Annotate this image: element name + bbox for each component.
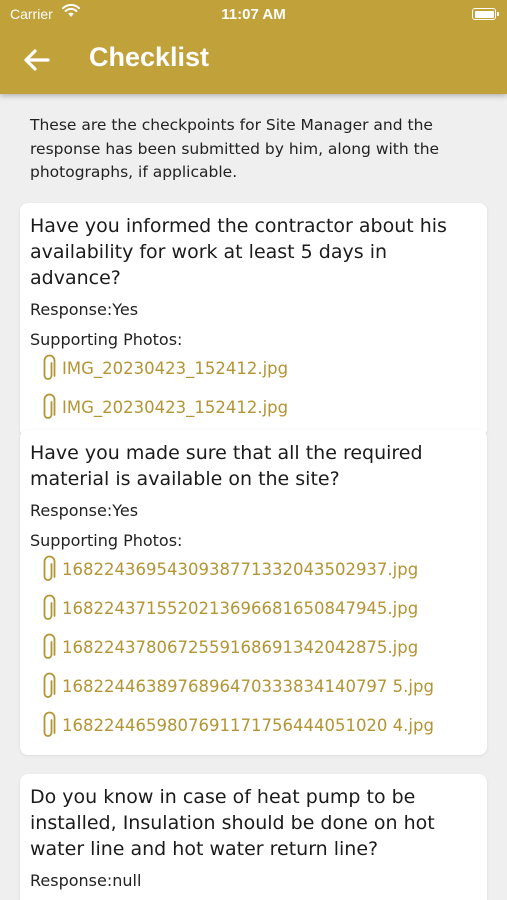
back-arrow-icon <box>24 49 50 71</box>
checklist-content[interactable]: These are the checkpoints for Site Manag… <box>0 94 507 900</box>
photo-attachment-link[interactable]: 1682244638976896470333834140797 5.jpg <box>30 667 477 706</box>
status-bar: Carrier 11:07 AM <box>0 0 507 30</box>
supporting-photos-label: Supporting Photos: <box>30 531 183 550</box>
paperclip-icon <box>43 354 56 380</box>
paperclip-icon <box>43 633 56 659</box>
battery-icon <box>472 8 499 20</box>
response-text: Response:Yes <box>30 300 139 319</box>
photo-filename: 1682243780672559168691342042875.jpg <box>62 638 419 657</box>
checklist-card: Do you know in case of heat pump to be i… <box>20 774 487 900</box>
photo-filename: 1682243715520213696681650847945.jpg <box>62 599 419 618</box>
photo-filename: IMG_20230423_152412.jpg <box>62 398 289 417</box>
photo-attachment-link[interactable]: IMG_20230423_152412.jpg <box>30 388 477 427</box>
paperclip-icon <box>43 711 56 737</box>
photo-attachment-link[interactable]: 1682243715520213696681650847945.jpg <box>30 589 477 628</box>
photo-attachment-link[interactable]: 1682243780672559168691342042875.jpg <box>30 628 477 667</box>
photo-attachment-link[interactable]: IMG_20230423_152412.jpg <box>30 349 477 388</box>
photo-filename: 1682244659807691171756444051020 4.jpg <box>62 716 434 735</box>
paperclip-icon <box>43 393 56 419</box>
photo-attachment-link[interactable]: 1682243695430938771332043502937.jpg <box>30 550 477 589</box>
question-text: Have you informed the contractor about h… <box>30 215 447 289</box>
response-text: Response:null <box>30 871 142 890</box>
photo-attachment-link[interactable]: 1682244659807691171756444051020 4.jpg <box>30 706 477 745</box>
back-button[interactable] <box>20 44 52 76</box>
checklist-card: Have you made sure that all the required… <box>20 430 487 755</box>
photo-filename: IMG_20230423_152412.jpg <box>62 359 289 378</box>
paperclip-icon <box>43 594 56 620</box>
paperclip-icon <box>43 555 56 581</box>
photo-filename: 1682243695430938771332043502937.jpg <box>62 560 419 579</box>
app-bar: Carrier 11:07 AM Checklist <box>0 0 507 94</box>
checklist-card: Have you informed the contractor about h… <box>20 203 487 437</box>
response-text: Response:Yes <box>30 501 139 520</box>
question-text: Have you made sure that all the required… <box>30 442 423 490</box>
supporting-photos-label: Supporting Photos: <box>30 330 183 349</box>
intro-text: These are the checkpoints for Site Manag… <box>30 116 440 181</box>
photo-filename: 1682244638976896470333834140797 5.jpg <box>62 677 434 696</box>
question-text: Do you know in case of heat pump to be i… <box>30 786 435 860</box>
page-title: Checklist <box>89 42 210 72</box>
status-time: 11:07 AM <box>221 6 286 23</box>
paperclip-icon <box>43 672 56 698</box>
